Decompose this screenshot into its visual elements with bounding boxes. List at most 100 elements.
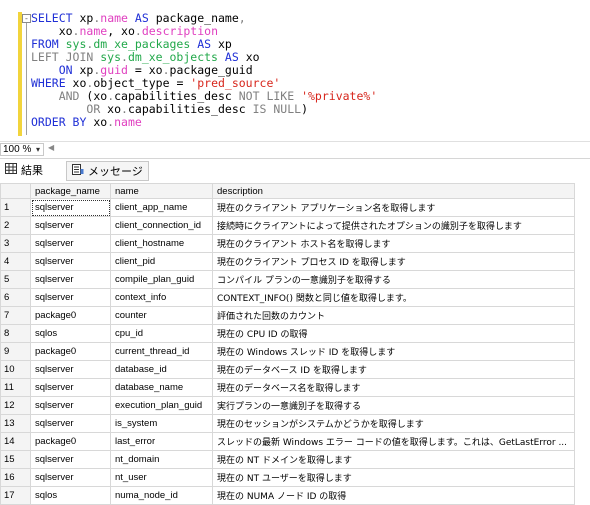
cell-package-name[interactable]: sqlserver [30, 288, 111, 307]
cell-name[interactable]: cpu_id [110, 324, 213, 343]
query-editor[interactable]: - SELECT xp.name AS package_name, xo.nam… [0, 0, 590, 140]
row-number[interactable]: 6 [0, 288, 31, 307]
cell-name[interactable]: current_thread_id [110, 342, 213, 361]
cell-description[interactable]: 現在のクライアント プロセス ID を取得します [212, 252, 575, 271]
cell-description[interactable]: 現在の CPU ID の取得 [212, 324, 575, 343]
cell-description[interactable]: スレッドの最新 Windows エラー コードの値を取得します。これは、GetL… [212, 432, 575, 451]
row-number[interactable]: 4 [0, 252, 31, 271]
cell-description[interactable]: 現在のセッションがシステムかどうかを取得します [212, 414, 575, 433]
table-row[interactable]: 17 sqlos numa_node_id 現在の NUMA ノード ID の取得 [0, 486, 575, 505]
row-number[interactable]: 8 [0, 324, 31, 343]
table-row[interactable]: 9 package0 current_thread_id 現在の Windows スレ… [0, 342, 575, 361]
cell-name[interactable]: client_app_name [110, 198, 213, 217]
row-number[interactable]: 12 [0, 396, 31, 415]
row-number[interactable]: 9 [0, 342, 31, 361]
table-row[interactable]: 2 sqlserver client_connection_id 接続時にクライアント… [0, 216, 575, 235]
horizontal-scrollbar[interactable]: ◀ [46, 143, 590, 153]
cell-name[interactable]: is_system [110, 414, 213, 433]
cell-description[interactable]: 現在の Windows スレッド ID を取得します [212, 342, 575, 361]
cell-package-name[interactable]: sqlos [30, 486, 111, 505]
row-number[interactable]: 11 [0, 378, 31, 397]
table-row[interactable]: 16 sqlserver nt_user 現在の NT ユーザーを取得します [0, 468, 575, 487]
code-line[interactable]: ORDER BY xo.name [31, 116, 377, 129]
row-number[interactable]: 1 [0, 198, 31, 217]
cell-name[interactable]: numa_node_id [110, 486, 213, 505]
cell-name[interactable]: database_id [110, 360, 213, 379]
cell-package-name[interactable]: sqlserver [30, 396, 111, 415]
cell-name[interactable]: nt_domain [110, 450, 213, 469]
cell-package-name[interactable]: sqlserver [30, 216, 111, 235]
cell-description[interactable]: 接続時にクライアントによって提供されたオプションの識別子を取得します [212, 216, 575, 235]
cell-name[interactable]: database_name [110, 378, 213, 397]
code-token: . [121, 102, 128, 116]
row-number[interactable]: 3 [0, 234, 31, 253]
zoom-dropdown[interactable]: 100 % ▾ [0, 143, 44, 156]
row-number[interactable]: 2 [0, 216, 31, 235]
row-number[interactable]: 10 [0, 360, 31, 379]
table-row[interactable]: 15 sqlserver nt_domain 現在の NT ドメインを取得します [0, 450, 575, 469]
cell-description[interactable]: 現在のデータベース名を取得します [212, 378, 575, 397]
table-row[interactable]: 10 sqlserver database_id 現在のデータベース ID を取得しま… [0, 360, 575, 379]
table-row[interactable]: 7 package0 counter 評価された回数のカウント [0, 306, 575, 325]
table-row[interactable]: 5 sqlserver compile_plan_guid コンパイル プランの一意識… [0, 270, 575, 289]
cell-package-name[interactable]: package0 [30, 432, 111, 451]
results-grid[interactable]: package_name name description 1 sqlserver… [0, 183, 590, 505]
cell-package-name[interactable]: sqlserver [30, 468, 111, 487]
cell-package-name[interactable]: sqlserver [30, 234, 111, 253]
cell-package-name[interactable]: package0 [30, 342, 111, 361]
cell-package-name[interactable]: sqlserver [30, 270, 111, 289]
column-header[interactable]: package_name [30, 183, 111, 199]
cell-description[interactable]: 評価された回数のカウント [212, 306, 575, 325]
row-number[interactable]: 5 [0, 270, 31, 289]
table-row[interactable]: 12 sqlserver execution_plan_guid 実行プランの一意識別… [0, 396, 575, 415]
cell-package-name[interactable]: sqlserver [30, 198, 111, 217]
row-number[interactable]: 15 [0, 450, 31, 469]
row-number[interactable]: 13 [0, 414, 31, 433]
cell-name[interactable]: compile_plan_guid [110, 270, 213, 289]
cell-description[interactable]: 現在のデータベース ID を取得します [212, 360, 575, 379]
cell-description[interactable]: 実行プランの一意識別子を取得する [212, 396, 575, 415]
row-number[interactable]: 7 [0, 306, 31, 325]
sql-code[interactable]: SELECT xp.name AS package_name, xo.name,… [31, 12, 377, 129]
table-row[interactable]: 1 sqlserver client_app_name 現在のクライアント アプリケー… [0, 198, 575, 217]
cell-name[interactable]: counter [110, 306, 213, 325]
cell-description[interactable]: CONTEXT_INFO() 関数と同じ値を取得します。 [212, 288, 575, 307]
row-number-header[interactable] [0, 183, 31, 199]
cell-name[interactable]: client_hostname [110, 234, 213, 253]
table-row[interactable]: 13 sqlserver is_system 現在のセッションがシステムかどうかを取得… [0, 414, 575, 433]
column-header[interactable]: name [110, 183, 213, 199]
cell-description[interactable]: 現在のクライアント ホスト名を取得します [212, 234, 575, 253]
cell-name[interactable]: execution_plan_guid [110, 396, 213, 415]
table-row[interactable]: 3 sqlserver client_hostname 現在のクライアント ホスト名を… [0, 234, 575, 253]
cell-description[interactable]: コンパイル プランの一意識別子を取得する [212, 270, 575, 289]
cell-description[interactable]: 現在の NUMA ノード ID の取得 [212, 486, 575, 505]
cell-name[interactable]: client_pid [110, 252, 213, 271]
row-number[interactable]: 17 [0, 486, 31, 505]
table-row[interactable]: 11 sqlserver database_name 現在のデータベース名を取得します [0, 378, 575, 397]
cell-name[interactable]: context_info [110, 288, 213, 307]
column-header[interactable]: description [212, 183, 575, 199]
cell-name[interactable]: last_error [110, 432, 213, 451]
tab-messages[interactable]: メッセージ [66, 161, 149, 181]
cell-package-name[interactable]: sqlos [30, 324, 111, 343]
cell-package-name[interactable]: sqlserver [30, 378, 111, 397]
cell-name[interactable]: client_connection_id [110, 216, 213, 235]
cell-package-name[interactable]: sqlserver [30, 252, 111, 271]
table-row[interactable]: 4 sqlserver client_pid 現在のクライアント プロセス ID を取… [0, 252, 575, 271]
collapse-toggle-icon[interactable]: - [22, 14, 31, 23]
cell-package-name[interactable]: sqlserver [30, 414, 111, 433]
table-row[interactable]: 14 package0 last_error スレッドの最新 Windows エラー … [0, 432, 575, 451]
table-row[interactable]: 8 sqlos cpu_id 現在の CPU ID の取得 [0, 324, 575, 343]
row-number[interactable]: 16 [0, 468, 31, 487]
row-number[interactable]: 14 [0, 432, 31, 451]
cell-description[interactable]: 現在のクライアント アプリケーション名を取得します [212, 198, 575, 217]
cell-description[interactable]: 現在の NT ドメインを取得します [212, 450, 575, 469]
table-row[interactable]: 6 sqlserver context_info CONTEXT_INFO() 関数と… [0, 288, 575, 307]
cell-package-name[interactable]: package0 [30, 306, 111, 325]
cell-name[interactable]: nt_user [110, 468, 213, 487]
scroll-left-icon[interactable]: ◀ [48, 143, 54, 152]
cell-description[interactable]: 現在の NT ユーザーを取得します [212, 468, 575, 487]
tab-results[interactable]: 結果 [2, 161, 46, 179]
cell-package-name[interactable]: sqlserver [30, 360, 111, 379]
cell-package-name[interactable]: sqlserver [30, 450, 111, 469]
